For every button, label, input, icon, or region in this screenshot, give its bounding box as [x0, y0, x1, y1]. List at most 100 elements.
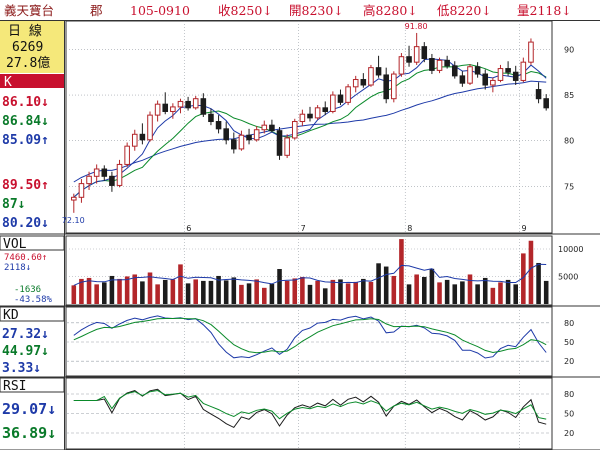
- volume-bar: [94, 284, 99, 304]
- candle-body: [429, 58, 435, 71]
- candle: [177, 98, 184, 114]
- volume-bar: [208, 280, 214, 304]
- candle: [330, 91, 336, 114]
- rsi-panel: 20 50 80: [0, 377, 600, 450]
- volume-bar: [345, 283, 351, 304]
- header-open: 開8230↓: [289, 3, 344, 18]
- candle-body: [192, 98, 199, 109]
- candle-body: [93, 168, 100, 177]
- price-tick-label: 80: [564, 137, 574, 146]
- price-annotation: 91.80: [405, 22, 428, 31]
- vol-tick-label: 10000: [558, 245, 583, 254]
- chart-svg[interactable]: 義天寶台 郡 105-0910 收8250↓ 開8230↓ 高8280↓ 低82…: [0, 0, 600, 450]
- candle-body: [154, 103, 161, 116]
- volume-bar: [284, 280, 290, 304]
- candle-body: [490, 79, 496, 86]
- candle-body: [322, 107, 329, 112]
- candle-body: [269, 124, 275, 132]
- candle-body: [421, 46, 428, 60]
- volume-bar: [444, 279, 450, 304]
- volume-bar: [132, 274, 138, 304]
- osc-tick-label: 50: [564, 410, 574, 419]
- stock-chart-window: 義天寶台 郡 105-0910 收8250↓ 開8230↓ 高8280↓ 低82…: [0, 0, 600, 450]
- candle: [406, 45, 412, 67]
- volume-bar: [117, 278, 122, 304]
- candle: [451, 61, 458, 79]
- candle: [512, 65, 519, 85]
- candle: [78, 179, 85, 203]
- candle: [284, 134, 290, 159]
- candle-body: [253, 129, 260, 141]
- panel-frame: [65, 20, 553, 234]
- ma-values-item: 89.50↑: [2, 178, 49, 193]
- candle-body: [413, 46, 420, 63]
- ma-values-item: 86.10↓: [2, 95, 49, 110]
- candle-body: [512, 71, 519, 81]
- candle: [276, 127, 283, 160]
- candle: [269, 119, 275, 133]
- kd-values-item: 3.33↓: [2, 361, 41, 376]
- volume-bar: [170, 279, 176, 304]
- candle: [345, 84, 351, 106]
- candle-body: [215, 121, 222, 130]
- candle-body: [337, 94, 344, 103]
- volume-bar: [437, 282, 442, 304]
- candle-body: [535, 89, 542, 100]
- volume-bar: [383, 266, 389, 304]
- candle-body: [208, 113, 214, 123]
- volume-bar: [86, 277, 92, 304]
- volume-bar: [277, 269, 282, 304]
- volume-bar: [391, 275, 397, 304]
- count-value: 6269: [12, 40, 43, 55]
- osc-tick-label: 50: [564, 338, 574, 347]
- candle-body: [238, 134, 245, 150]
- candle: [299, 109, 306, 127]
- stock-name: 義天寶台: [4, 3, 54, 18]
- volume-bar: [178, 264, 183, 304]
- header-close: 收8250↓: [218, 3, 273, 18]
- volume-bar: [254, 279, 259, 304]
- candle: [520, 57, 527, 83]
- volume-bar: [460, 281, 465, 304]
- k-label: K: [4, 75, 12, 90]
- month-label: 7: [301, 224, 306, 233]
- ma-values-item: 87↓: [2, 197, 25, 212]
- candle-body: [299, 113, 306, 123]
- volume-bar: [307, 284, 313, 304]
- vol-tick-label: 5000: [558, 273, 578, 282]
- candle: [307, 106, 313, 122]
- candle: [413, 32, 420, 65]
- amount-value: 27.8億: [6, 55, 50, 71]
- volume-bar: [201, 280, 206, 304]
- candle-body: [444, 59, 450, 67]
- candle: [391, 71, 397, 103]
- kd-values-item: 27.32↓: [2, 327, 49, 342]
- volume-bar: [536, 262, 541, 304]
- candle: [291, 118, 298, 140]
- volume-bar: [422, 276, 427, 304]
- candle: [490, 77, 496, 93]
- volume-bar: [406, 284, 412, 304]
- candle-body: [307, 113, 313, 119]
- candle-body: [474, 66, 481, 75]
- volume-bar: [269, 283, 275, 304]
- candle-body: [147, 114, 153, 141]
- volume-bar: [292, 278, 298, 304]
- candle: [474, 62, 481, 78]
- header-high: 高8280↓: [363, 3, 418, 18]
- price-tick-label: 90: [564, 45, 574, 54]
- candle: [337, 89, 344, 106]
- candle-body: [131, 133, 138, 147]
- rsi-long-line: [73, 389, 547, 420]
- candle-body: [261, 124, 268, 131]
- volume-bar: [155, 284, 160, 304]
- vol-values-item: -1636: [14, 285, 41, 295]
- candle-body: [109, 175, 115, 186]
- ma-values: 86.10↓ 86.84↓ 85.09↑ 89.50↑ 87↓ 80.20↓: [2, 95, 49, 231]
- candle: [467, 64, 473, 85]
- candle: [231, 132, 237, 154]
- candle: [246, 128, 252, 145]
- candle-body: [352, 79, 359, 88]
- ma-short-line: [73, 58, 547, 198]
- candle-body: [467, 66, 473, 84]
